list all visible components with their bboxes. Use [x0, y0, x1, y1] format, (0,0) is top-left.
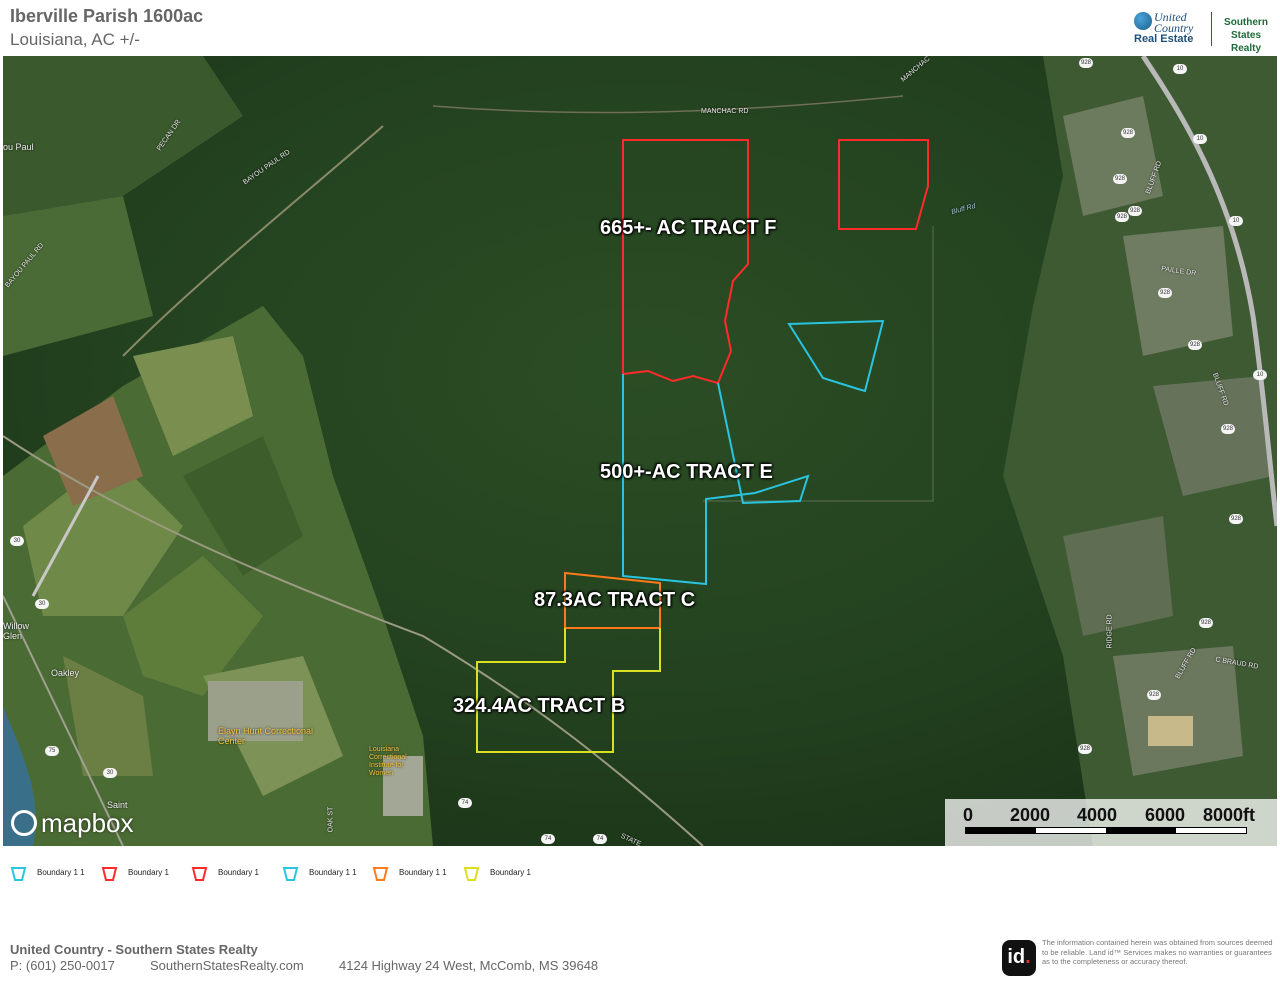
mapbox-attribution[interactable]: mapbox	[11, 808, 134, 840]
scale-label: 0	[963, 805, 974, 825]
office-address: 4124 Highway 24 West, McComb, MS 39648	[339, 958, 599, 973]
highway-shield: 30	[103, 768, 117, 778]
place-label: ou Paul	[3, 142, 34, 152]
tract-c-label: 87.3AC TRACT C	[534, 589, 696, 611]
interstate-shield: 10	[1173, 64, 1187, 74]
southern-states-logo: Southern States Realty	[1224, 17, 1268, 54]
road-label: RIDGE RD	[1106, 614, 1114, 649]
highway-shield: 74	[541, 834, 555, 844]
boundary-polygon-icon	[101, 867, 118, 881]
satellite-map[interactable]: 665+- AC TRACT F 500+-AC TRACT E 87.3AC …	[3, 56, 1277, 846]
page-title: Iberville Parish 1600ac	[10, 6, 204, 26]
tract-e-label: 500+-AC TRACT E	[600, 461, 773, 483]
highway-shield: 928	[1115, 212, 1129, 222]
united-country-logo: United Country Real Estate	[1134, 10, 1194, 45]
highway-shield: 928	[1229, 514, 1243, 524]
scale-label: 6000	[1145, 805, 1186, 825]
highway-shield: 928	[1079, 58, 1093, 68]
map-imagery	[3, 56, 1277, 846]
scale-label: 2000	[1010, 805, 1051, 825]
highway-shield: 928	[1113, 174, 1127, 184]
highway-shield: 928	[1221, 424, 1235, 434]
highway-shield: 928	[1147, 690, 1161, 700]
poi-label: Louisiana Correctional Institute for Wom…	[369, 746, 407, 777]
mapbox-logo-icon	[11, 810, 37, 837]
scale-label: 4000	[1077, 805, 1118, 825]
scale-bar-graphic	[965, 827, 1247, 834]
boundary-polygon-icon	[10, 867, 27, 881]
road-label: MANCHAC RD	[701, 108, 749, 115]
highway-shield: 928	[1128, 206, 1142, 216]
scale-bar: 0 2000 4000 6000 8000ft	[945, 799, 1277, 846]
logo-divider	[1211, 12, 1212, 46]
brand-logo: United Country Real Estate Southern States…	[1130, 10, 1276, 54]
globe-icon	[1134, 12, 1152, 30]
scale-label: 8000ft	[1203, 805, 1256, 825]
phone-number: P: (601) 250-0017	[10, 958, 115, 973]
highway-shield: 75	[45, 746, 59, 756]
highway-shield: 74	[593, 834, 607, 844]
company-name: United Country - Southern States Realty	[10, 942, 258, 957]
highway-shield: 928	[1199, 618, 1213, 628]
boundary-polygon-icon	[282, 867, 299, 881]
place-label: Oakley	[51, 668, 80, 678]
disclaimer-text: The information contained herein was obt…	[1042, 938, 1273, 966]
highway-shield: 30	[10, 536, 24, 546]
boundary-polygon-icon	[372, 867, 389, 881]
interstate-shield: 10	[1253, 370, 1267, 380]
boundary-polygon-icon	[463, 867, 480, 881]
highway-shield: 928	[1158, 288, 1172, 298]
highway-shield: 30	[35, 599, 49, 609]
page-subtitle: Louisiana, AC +/-	[10, 30, 140, 49]
interstate-shield: 10	[1229, 216, 1243, 226]
interstate-shield: 10	[1193, 134, 1207, 144]
tract-b-label: 324.4AC TRACT B	[453, 695, 626, 717]
road-label: OAK ST	[327, 806, 335, 833]
tract-f-label: 665+- AC TRACT F	[600, 217, 777, 239]
place-label: Willow Glen	[3, 621, 29, 641]
poi-label: Elayn Hunt Correctional Center	[218, 726, 314, 746]
highway-shield: 928	[1188, 340, 1202, 350]
boundary-polygon-icon	[191, 867, 208, 881]
website-link[interactable]: SouthernStatesRealty.com	[150, 958, 304, 973]
highway-shield: 928	[1121, 128, 1135, 138]
page-footer: United Country - Southern States Realty …	[10, 938, 1280, 982]
highway-shield: 928	[1078, 744, 1092, 754]
land-id-logo-icon: id.	[1002, 940, 1036, 976]
highway-shield: 74	[458, 798, 472, 808]
map-header: Iberville Parish 1600ac Louisiana, AC +/…	[0, 0, 1280, 56]
